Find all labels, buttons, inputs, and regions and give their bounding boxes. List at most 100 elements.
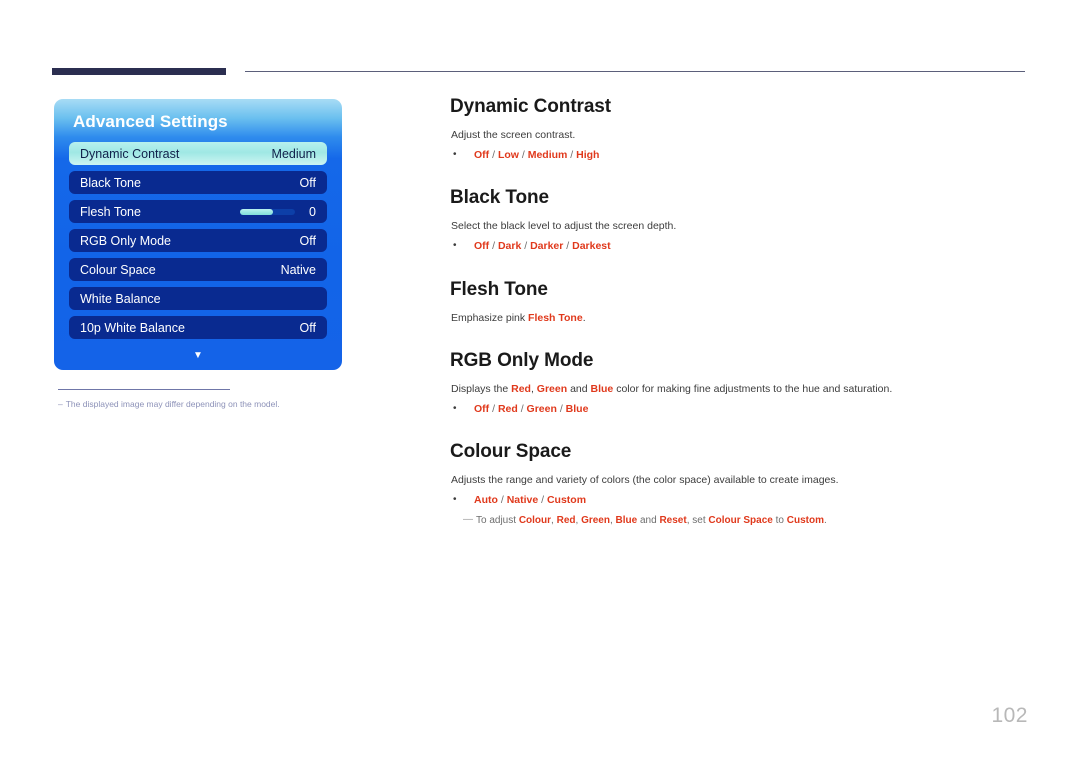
section-options: Off / Low / Medium / High [474,149,599,161]
option-red: Red [497,402,518,415]
header-rule-thick [52,68,226,75]
option-separator: / [489,149,498,162]
option-medium: Medium [527,149,568,162]
osd-row-value: Off [299,320,316,335]
option-separator: / [497,494,507,507]
section-options: Off / Dark / Darker / Darkest [474,240,611,252]
osd-row-value: Off [299,233,316,248]
section-description-highlight: Flesh Tone [528,311,583,324]
section-description: Select the black level to adjust the scr… [451,220,677,233]
osd-row-flesh-tone[interactable]: Flesh Tone 0 [69,200,327,223]
section-description: Displays the Red, Green and Blue color f… [451,383,1040,396]
osd-row-rgb-only-mode[interactable]: RGB Only Mode Off [69,229,327,252]
option-separator: / [567,149,577,162]
section-description-post: . [582,311,586,324]
section-heading: Black Tone [450,187,549,209]
osd-row-value: 0 [309,204,316,219]
option-custom: Custom [546,494,587,507]
osd-row-label: RGB Only Mode [80,233,172,248]
osd-row-slider-fill [240,208,274,215]
section-note-part-10: , set [686,515,709,527]
figure-note-text: The displayed image may differ depending… [65,399,280,409]
option-low: Low [497,149,519,162]
section-heading: RGB Only Mode [450,349,594,371]
section-note-part-7: Blue [615,515,638,527]
section-description-part-0: Displays the [451,382,512,395]
option-high: High [576,149,600,162]
osd-menu-title: Advanced Settings [73,112,228,131]
osd-row-black-tone[interactable]: Black Tone Off [69,171,327,194]
section-description: Adjusts the range and variety of colors … [451,474,839,487]
bullet-icon: • [453,240,457,252]
osd-row-slider[interactable] [240,208,296,215]
bullet-icon: • [453,149,457,161]
section-description-pre: Emphasize pink [451,311,529,324]
section-note-part-5: Green [581,515,610,527]
osd-row-label: Black Tone [80,175,141,190]
option-separator: / [556,402,566,415]
section-note-part-14: . [824,515,827,527]
section-options: Off / Red / Green / Blue [474,403,588,415]
option-separator: / [563,240,573,253]
section-note-part-1: Colour [518,515,552,527]
section-description: Emphasize pink Flesh Tone. [451,312,1040,325]
section-flesh-tone: Flesh Tone Emphasize pink Flesh Tone. [450,279,1040,325]
osd-figure: Advanced Settings Dynamic Contrast Medium… [54,99,342,409]
option-off: Off [474,240,490,253]
figure-note-dash: – [58,399,63,409]
bullet-icon: • [453,402,457,414]
section-note-part-8: and [637,515,660,527]
documentation-body: Dynamic Contrast Adjust the screen contra… [450,96,1040,552]
section-option-list: • Auto / Native / Custom [453,493,1040,507]
option-auto: Auto [474,494,498,507]
option-separator: / [489,240,498,253]
section-heading: Flesh Tone [450,278,548,300]
option-off: Off [474,149,490,162]
section-description: Adjust the screen contrast. [451,129,576,141]
section-description-part-3: Green [536,382,568,395]
option-off: Off [474,402,490,415]
section-note-part-11: Colour Space [708,515,773,527]
section-dynamic-contrast: Dynamic Contrast Adjust the screen contra… [450,96,1040,162]
osd-row-colour-space[interactable]: Colour Space Native [69,258,327,281]
option-darkest: Darkest [572,240,611,253]
osd-row-white-balance[interactable]: White Balance [69,287,327,310]
osd-row-label: 10p White Balance [80,320,185,335]
section-rgb-only-mode: RGB Only Mode Displays the Red, Green and… [450,350,1040,416]
section-note-part-0: To adjust [476,515,519,527]
osd-menu-panel: Advanced Settings Dynamic Contrast Medium… [54,99,342,370]
section-note: — To adjust Colour, Red, Green, Blue and … [463,514,1040,527]
osd-row-value: Native [280,262,316,277]
option-darker: Darker [530,240,564,253]
section-note-part-12: to [772,515,787,527]
osd-row-value: Medium [271,146,316,161]
section-black-tone: Black Tone Select the black level to adju… [450,187,1040,253]
option-blue: Blue [565,402,589,415]
header-rule-thin [245,71,1025,72]
osd-row-dynamic-contrast[interactable]: Dynamic Contrast Medium [69,142,327,165]
osd-menu-row-list: Dynamic Contrast Medium Black Tone Off Flesh… [69,142,327,345]
section-colour-space: Colour Space Adjusts the range and variet… [450,441,1040,527]
section-option-list: • Off / Low / Medium / High [453,148,1040,162]
figure-note: – The displayed image may differ dependin… [58,399,342,409]
section-option-list: • Off / Dark / Darker / Darkest [453,239,1040,253]
note-dash-icon: — [463,514,473,526]
section-heading: Dynamic Contrast [450,96,611,117]
osd-row-label: Flesh Tone [80,204,141,219]
chevron-down-icon[interactable]: ▼ [54,351,342,361]
option-dark: Dark [497,240,522,253]
option-native: Native [506,494,539,507]
osd-row-label: White Balance [80,291,161,306]
option-separator: / [521,240,531,253]
page-number: 102 [991,704,1028,727]
section-options: Auto / Native / Custom [474,494,586,506]
osd-row-10p-white-balance[interactable]: 10p White Balance Off [69,316,327,339]
option-separator: / [518,149,528,162]
section-description-part-4: and [567,382,591,395]
section-note-part-3: Red [556,515,576,527]
section-description-part-1: Red [511,382,531,395]
header-rules [0,66,1080,78]
section-heading: Colour Space [450,441,572,463]
figure-note-rule [58,389,230,390]
osd-row-label: Dynamic Contrast [80,146,180,161]
